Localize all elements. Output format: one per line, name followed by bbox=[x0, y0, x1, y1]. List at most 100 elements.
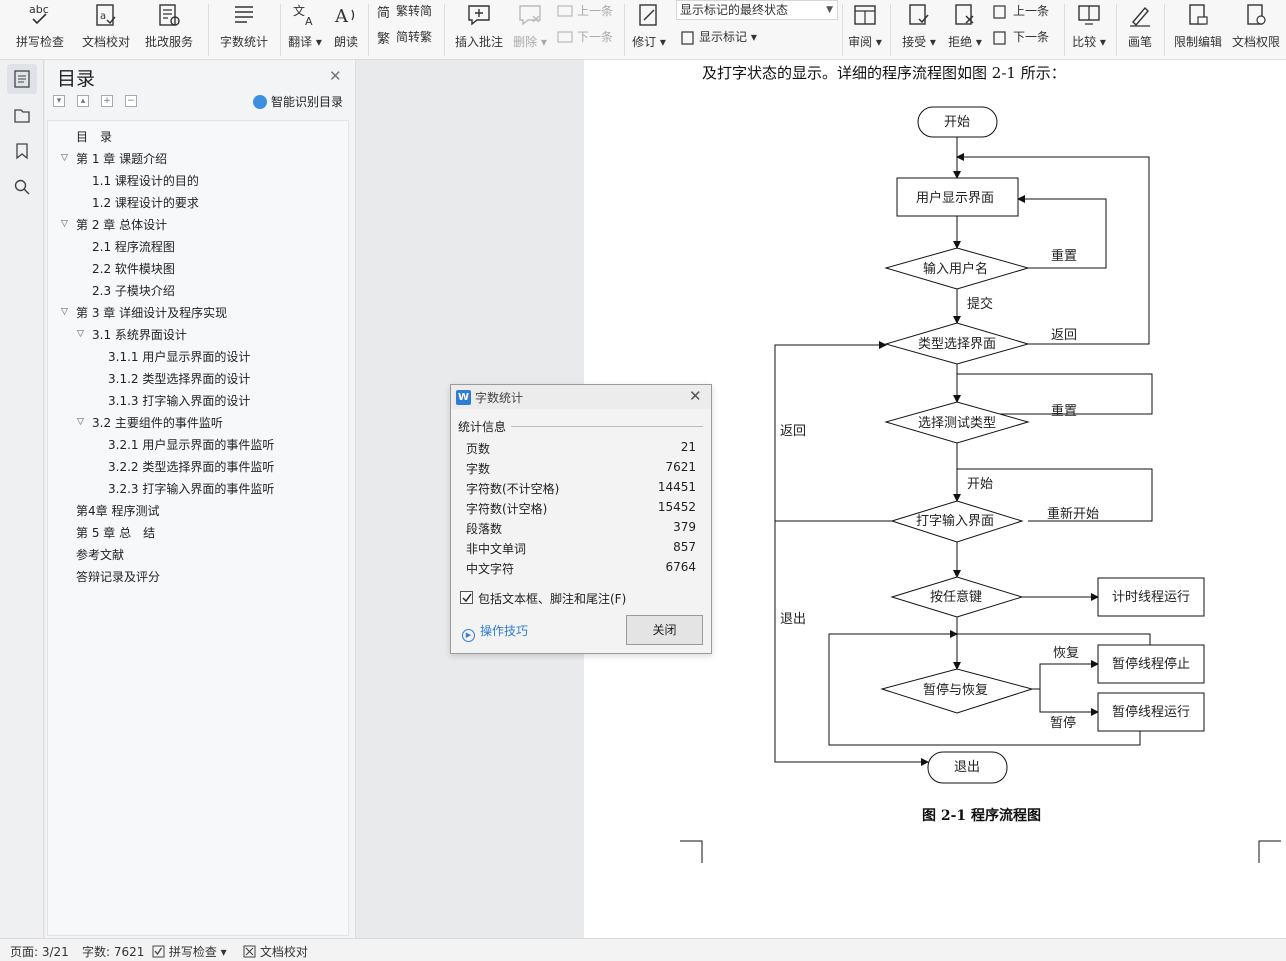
dialog-titlebar[interactable]: W 字数统计 ✕ bbox=[451, 385, 711, 409]
chevron-down-icon[interactable]: ▽ bbox=[61, 307, 68, 317]
toc-item[interactable]: 3.1.3 打字输入界面的设计 bbox=[108, 391, 250, 411]
bookmark-toggle-button[interactable] bbox=[7, 136, 37, 166]
collapse-all-icon[interactable]: ▾ bbox=[53, 95, 65, 107]
checkbox-label[interactable]: 包括文本框、脚注和尾注(F) bbox=[478, 590, 626, 607]
svg-text:a: a bbox=[100, 11, 106, 22]
flow-label: 提交 bbox=[967, 296, 993, 312]
nav-rail bbox=[0, 60, 44, 938]
word-count-icon bbox=[235, 6, 253, 23]
trad-simp-icon: 简 bbox=[377, 5, 390, 21]
figure-caption: 图 2-1 程序流程图 bbox=[922, 808, 1042, 824]
toc-item[interactable]: 3.2 主要组件的事件监听 bbox=[92, 413, 223, 433]
divider bbox=[890, 4, 891, 56]
toc-item[interactable]: 2.2 软件模块图 bbox=[92, 259, 175, 279]
chevron-down-icon: ▼ bbox=[826, 5, 833, 15]
close-button[interactable]: 关闭 bbox=[626, 615, 703, 645]
toc-item[interactable]: 参考文献 bbox=[76, 545, 124, 565]
expand-up-icon[interactable]: ▴ bbox=[77, 95, 89, 107]
ink-button[interactable]: 画笔 bbox=[1122, 0, 1158, 60]
doc-permission-label: 文档权限 bbox=[1231, 35, 1280, 49]
review-service-button[interactable]: 批改服务 bbox=[138, 0, 200, 60]
markup-state-select[interactable]: 显示标记的最终状态 ▼ bbox=[676, 0, 838, 20]
review-button[interactable]: 审阅 ▾ bbox=[846, 0, 884, 60]
toc-item[interactable]: 第 2 章 总体设计 bbox=[76, 215, 167, 235]
toc-item[interactable]: 3.2.1 用户显示界面的事件监听 bbox=[108, 435, 274, 455]
word-count-indicator[interactable]: 字数: 7621 bbox=[82, 943, 144, 960]
toc-item[interactable]: 3.2.3 打字输入界面的事件监听 bbox=[108, 479, 274, 499]
restrict-edit-button[interactable]: 限制编辑 bbox=[1170, 0, 1226, 60]
checkbox-icon bbox=[152, 945, 165, 958]
tips-link[interactable]: ▶ 操作技巧 bbox=[462, 622, 528, 642]
lock-doc-icon bbox=[1189, 4, 1208, 25]
proof-icon bbox=[243, 945, 256, 958]
toc-toggle-button[interactable] bbox=[7, 64, 37, 94]
next-comment-button[interactable]: 下一条 bbox=[556, 26, 613, 48]
include-textbox-checkbox[interactable] bbox=[460, 591, 473, 604]
toc-item[interactable]: 2.1 程序流程图 bbox=[92, 237, 175, 257]
toc-item[interactable]: 第4章 程序测试 bbox=[76, 501, 159, 521]
status-spell-check[interactable]: 拼写检查 ▾ bbox=[152, 943, 227, 960]
divider bbox=[1116, 4, 1117, 56]
search-toggle-button[interactable] bbox=[7, 172, 37, 202]
translate-button[interactable]: 文A 翻译 ▾ bbox=[286, 0, 324, 60]
page-indicator[interactable]: 页面: 3/21 bbox=[10, 943, 69, 960]
toc-item[interactable]: 1.1 课程设计的目的 bbox=[92, 171, 199, 191]
toc-item[interactable]: 1.2 课程设计的要求 bbox=[92, 193, 199, 213]
chevron-down-icon[interactable]: ▽ bbox=[61, 219, 68, 229]
outline-toggle-button[interactable] bbox=[7, 100, 37, 130]
next-change-button[interactable]: 下一条 bbox=[992, 26, 1049, 48]
status-doc-proof[interactable]: 文档校对 bbox=[243, 943, 308, 960]
divider bbox=[280, 4, 281, 56]
read-aloud-button[interactable]: A 朗读 bbox=[328, 0, 364, 60]
close-icon[interactable]: ✕ bbox=[329, 67, 342, 85]
flow-label: 重置 bbox=[1051, 403, 1077, 419]
toc-panel: 目录 ✕ ▾ ▴ + − 智能识别目录 目 录 ▽ 第 1 章 课题介绍 1.1… bbox=[45, 60, 356, 938]
close-icon[interactable]: ✕ bbox=[689, 387, 702, 405]
reject-button[interactable]: 拒绝 ▾ bbox=[946, 0, 984, 60]
compare-button[interactable]: 比较 ▾ bbox=[1070, 0, 1108, 60]
add-level-icon[interactable]: + bbox=[101, 95, 113, 107]
read-aloud-icon: A bbox=[334, 6, 355, 27]
reject-icon bbox=[955, 4, 974, 25]
doc-permission-button[interactable]: 文档权限 bbox=[1228, 0, 1284, 60]
translate-icon: 文A bbox=[293, 3, 313, 28]
revise-button[interactable]: 修订 ▾ bbox=[630, 0, 668, 60]
toc-item[interactable]: 目 录 bbox=[76, 127, 112, 147]
chevron-down-icon[interactable]: ▽ bbox=[61, 153, 68, 163]
insert-comment-button[interactable]: 插入批注 bbox=[452, 0, 506, 60]
simp-to-trad-button[interactable]: 繁简转繁 bbox=[377, 26, 432, 48]
toc-item[interactable]: 3.1.1 用户显示界面的设计 bbox=[108, 347, 250, 367]
smart-toc-button[interactable]: 智能识别目录 bbox=[253, 93, 343, 110]
stat-row: 段落数 379 bbox=[466, 520, 696, 536]
doc-proof-button[interactable]: a 文档校对 bbox=[78, 0, 134, 60]
spell-check-button[interactable]: abc 拼写检查 bbox=[8, 0, 72, 60]
toc-item[interactable]: 答辩记录及评分 bbox=[76, 567, 160, 587]
show-markup-button[interactable]: 显示标记 ▾ bbox=[680, 26, 757, 48]
word-count-button[interactable]: 字数统计 bbox=[216, 0, 272, 60]
toc-item[interactable]: 3.1 系统界面设计 bbox=[92, 325, 187, 345]
divider bbox=[1164, 4, 1165, 56]
delete-comment-label: 删除 ▾ bbox=[513, 35, 547, 49]
doc-proof-label: 文档校对 bbox=[81, 35, 130, 49]
chevron-down-icon[interactable]: ▽ bbox=[77, 329, 84, 339]
restrict-edit-label: 限制编辑 bbox=[1173, 35, 1222, 49]
prev-comment-icon bbox=[557, 4, 573, 17]
flow-label: 打字输入界面 bbox=[916, 513, 994, 529]
prev-change-button[interactable]: 上一条 bbox=[992, 0, 1049, 22]
svg-text:A: A bbox=[334, 6, 349, 27]
ink-label: 画笔 bbox=[1127, 35, 1152, 49]
toc-item[interactable]: 3.2.2 类型选择界面的事件监听 bbox=[108, 457, 274, 477]
accept-button[interactable]: 接受 ▾ bbox=[900, 0, 938, 60]
wps-logo-icon: W bbox=[456, 390, 471, 405]
toc-item[interactable]: 第 5 章 总 结 bbox=[76, 523, 155, 543]
delete-comment-button[interactable]: 删除 ▾ bbox=[510, 0, 550, 60]
section-heading: 统计信息 bbox=[458, 420, 507, 434]
toc-item[interactable]: 3.1.2 类型选择界面的设计 bbox=[108, 369, 250, 389]
chevron-down-icon[interactable]: ▽ bbox=[77, 417, 84, 427]
toc-item[interactable]: 第 3 章 详细设计及程序实现 bbox=[76, 303, 227, 323]
toc-item[interactable]: 第 1 章 课题介绍 bbox=[76, 149, 167, 169]
remove-level-icon[interactable]: − bbox=[125, 95, 137, 107]
trad-to-simp-button[interactable]: 简繁转简 bbox=[377, 0, 432, 22]
toc-item[interactable]: 2.3 子模块介绍 bbox=[92, 281, 175, 301]
prev-comment-button[interactable]: 上一条 bbox=[556, 0, 613, 22]
